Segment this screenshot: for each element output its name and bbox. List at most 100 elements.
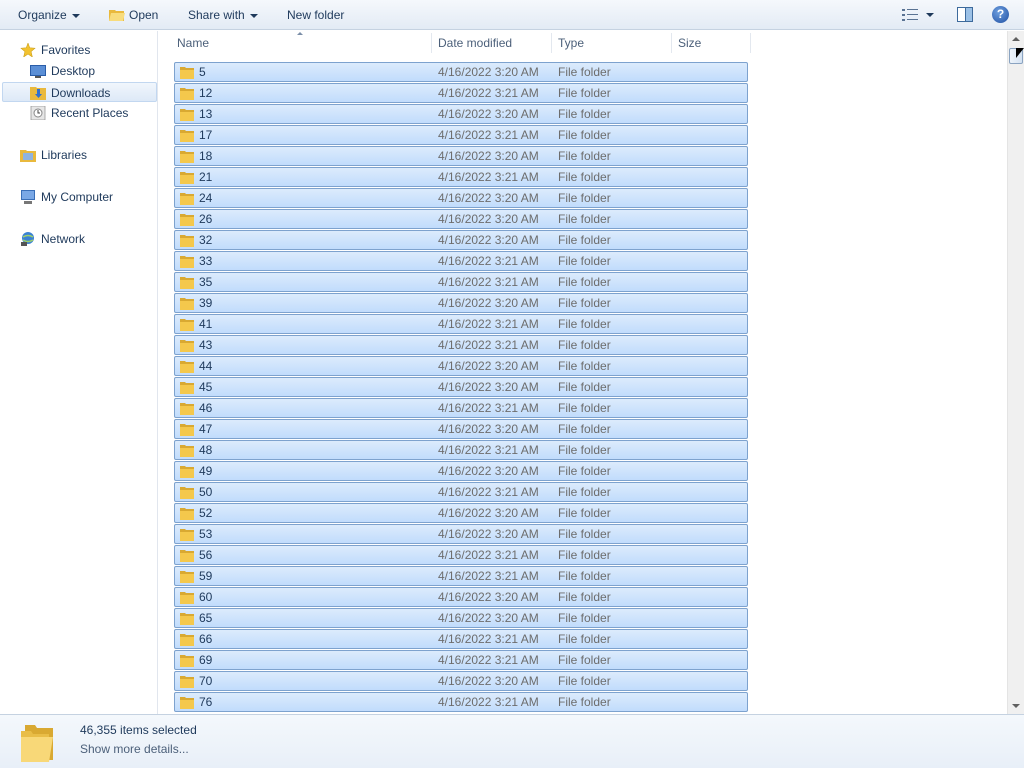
downloads-folder-icon <box>30 87 46 100</box>
table-row[interactable]: 21 4/16/2022 3:21 AM File folder <box>174 167 748 187</box>
share-label: Share with <box>188 8 245 22</box>
file-type: File folder <box>558 485 611 499</box>
folder-icon <box>180 571 194 583</box>
column-header-date[interactable]: Date modified <box>432 31 552 56</box>
nav-recent-places[interactable]: Recent Places <box>28 103 153 123</box>
file-date-modified: 4/16/2022 3:20 AM <box>438 212 539 226</box>
table-row[interactable]: 12 4/16/2022 3:21 AM File folder <box>174 83 748 103</box>
file-date-modified: 4/16/2022 3:21 AM <box>438 548 539 562</box>
organize-button[interactable]: Organize <box>18 0 80 30</box>
table-row[interactable]: 48 4/16/2022 3:21 AM File folder <box>174 440 748 460</box>
new-folder-button[interactable]: New folder <box>287 0 344 30</box>
view-options-chevron-icon[interactable] <box>926 13 934 17</box>
nav-network[interactable]: Network <box>18 229 148 249</box>
file-name: 53 <box>199 527 213 541</box>
column-header-size[interactable]: Size <box>672 31 750 56</box>
file-date-modified: 4/16/2022 3:20 AM <box>438 233 539 247</box>
file-type: File folder <box>558 590 611 604</box>
column-divider[interactable] <box>750 33 751 53</box>
table-row[interactable]: 32 4/16/2022 3:20 AM File folder <box>174 230 748 250</box>
table-row[interactable]: 49 4/16/2022 3:20 AM File folder <box>174 461 748 481</box>
table-row[interactable]: 5 4/16/2022 3:20 AM File folder <box>174 62 748 82</box>
folder-icon <box>180 403 194 415</box>
folder-icon <box>180 109 194 121</box>
table-row[interactable]: 56 4/16/2022 3:21 AM File folder <box>174 545 748 565</box>
table-row[interactable]: 69 4/16/2022 3:21 AM File folder <box>174 650 748 670</box>
file-date-modified: 4/16/2022 3:21 AM <box>438 338 539 352</box>
file-date-modified: 4/16/2022 3:21 AM <box>438 86 539 100</box>
table-row[interactable]: 18 4/16/2022 3:20 AM File folder <box>174 146 748 166</box>
vertical-scrollbar[interactable] <box>1007 31 1024 714</box>
file-name: 46 <box>199 401 213 415</box>
column-header-type[interactable]: Type <box>552 31 672 56</box>
folder-icon <box>180 466 194 478</box>
scroll-down-button[interactable] <box>1008 698 1024 714</box>
table-row[interactable]: 53 4/16/2022 3:20 AM File folder <box>174 524 748 544</box>
table-row[interactable]: 59 4/16/2022 3:21 AM File folder <box>174 566 748 586</box>
nav-libraries[interactable]: Libraries <box>18 145 148 165</box>
folder-icon <box>180 445 194 457</box>
show-more-details-link[interactable]: Show more details... <box>80 742 189 756</box>
folder-icon <box>180 508 194 520</box>
table-row[interactable]: 41 4/16/2022 3:21 AM File folder <box>174 314 748 334</box>
table-row[interactable]: 35 4/16/2022 3:21 AM File folder <box>174 272 748 292</box>
table-row[interactable]: 50 4/16/2022 3:21 AM File folder <box>174 482 748 502</box>
file-name: 45 <box>199 380 213 394</box>
folder-icon <box>180 529 194 541</box>
table-row[interactable]: 47 4/16/2022 3:20 AM File folder <box>174 419 748 439</box>
table-row[interactable]: 39 4/16/2022 3:20 AM File folder <box>174 293 748 313</box>
table-row[interactable]: 60 4/16/2022 3:20 AM File folder <box>174 587 748 607</box>
nav-my-computer[interactable]: My Computer <box>18 187 153 207</box>
file-name: 65 <box>199 611 213 625</box>
file-type: File folder <box>558 212 611 226</box>
table-row[interactable]: 45 4/16/2022 3:20 AM File folder <box>174 377 748 397</box>
file-type: File folder <box>558 191 611 205</box>
folder-icon <box>180 256 194 268</box>
network-icon <box>21 232 34 246</box>
table-row[interactable]: 17 4/16/2022 3:21 AM File folder <box>174 125 748 145</box>
nav-desktop[interactable]: Desktop <box>28 61 148 81</box>
nav-favorites[interactable]: Favorites <box>18 40 148 60</box>
help-icon[interactable]: ? <box>992 6 1009 23</box>
view-details-icon[interactable] <box>902 8 918 22</box>
scroll-up-button[interactable] <box>1008 31 1024 47</box>
file-date-modified: 4/16/2022 3:20 AM <box>438 674 539 688</box>
file-type: File folder <box>558 506 611 520</box>
table-row[interactable]: 52 4/16/2022 3:20 AM File folder <box>174 503 748 523</box>
file-name: 39 <box>199 296 213 310</box>
file-name: 48 <box>199 443 213 457</box>
preview-pane-icon[interactable] <box>957 7 973 22</box>
folder-icon <box>180 655 194 667</box>
file-type: File folder <box>558 401 611 415</box>
table-row[interactable]: 43 4/16/2022 3:21 AM File folder <box>174 335 748 355</box>
table-row[interactable]: 44 4/16/2022 3:20 AM File folder <box>174 356 748 376</box>
file-date-modified: 4/16/2022 3:20 AM <box>438 590 539 604</box>
table-row[interactable]: 24 4/16/2022 3:20 AM File folder <box>174 188 748 208</box>
open-label: Open <box>129 8 159 22</box>
file-type: File folder <box>558 527 611 541</box>
file-date-modified: 4/16/2022 3:21 AM <box>438 317 539 331</box>
table-row[interactable]: 66 4/16/2022 3:21 AM File folder <box>174 629 748 649</box>
arrow-up-icon <box>1012 37 1020 41</box>
file-date-modified: 4/16/2022 3:20 AM <box>438 422 539 436</box>
file-name: 5 <box>199 65 206 79</box>
share-with-button[interactable]: Share with <box>188 0 258 30</box>
table-row[interactable]: 76 4/16/2022 3:21 AM File folder <box>174 692 748 712</box>
table-row[interactable]: 46 4/16/2022 3:21 AM File folder <box>174 398 748 418</box>
file-type: File folder <box>558 674 611 688</box>
table-row[interactable]: 70 4/16/2022 3:20 AM File folder <box>174 671 748 691</box>
folder-icon <box>180 592 194 604</box>
table-row[interactable]: 65 4/16/2022 3:20 AM File folder <box>174 608 748 628</box>
folder-icon <box>180 88 194 100</box>
table-row[interactable]: 13 4/16/2022 3:20 AM File folder <box>174 104 748 124</box>
multiple-folders-icon <box>21 725 53 762</box>
file-date-modified: 4/16/2022 3:20 AM <box>438 296 539 310</box>
chevron-down-icon <box>71 13 80 18</box>
table-row[interactable]: 33 4/16/2022 3:21 AM File folder <box>174 251 748 271</box>
navigation-pane: Favorites Desktop Downloads Recent Place… <box>0 31 158 714</box>
file-name: 26 <box>199 212 213 226</box>
open-button[interactable]: Open <box>109 0 158 30</box>
folder-icon <box>180 487 194 499</box>
nav-downloads[interactable]: Downloads <box>2 82 157 102</box>
table-row[interactable]: 26 4/16/2022 3:20 AM File folder <box>174 209 748 229</box>
